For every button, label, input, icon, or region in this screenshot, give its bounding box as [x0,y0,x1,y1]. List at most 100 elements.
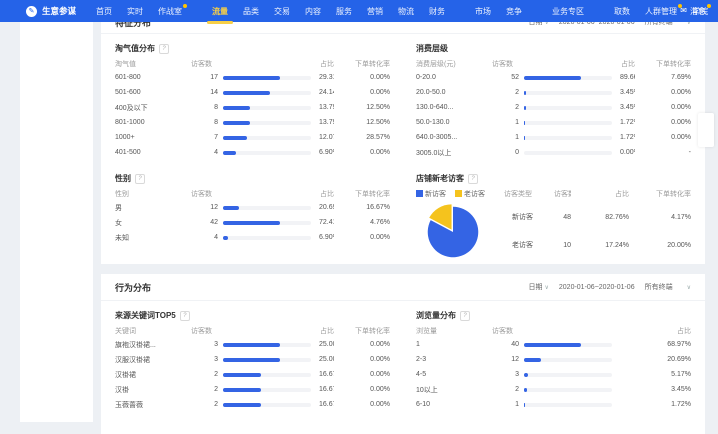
help-icon[interactable]: ? [468,174,478,184]
nav-item-data-extract[interactable]: 取数 [614,6,630,17]
legend-new-visitors[interactable]: 新访客 [416,189,446,199]
cell-pct: 6.90% [319,149,334,156]
bar-fill [524,76,581,80]
floating-widget[interactable] [698,113,714,147]
cell-pct: 16.67% [319,386,334,393]
cell-conv: 0.00% [334,149,390,156]
table-body: 601-8001729.31%0.00%501-6001424.14%0.00%… [115,70,390,160]
cell-count: 10 [562,242,571,249]
table-row: 14068.97% [416,337,691,352]
nav-item-content[interactable]: 内容 [305,6,321,17]
cell-label: 2-3 [416,356,492,363]
cell-conv: 4.17% [629,214,691,221]
cell-conv: 0.00% [635,134,691,141]
section-title: 特征分布 [115,22,151,29]
cell-pct: 20.69% [620,356,691,363]
brand[interactable]: ✎ 生意参谋 [26,5,76,17]
nav-item-trade[interactable]: 交易 [274,6,290,17]
bar-track [223,136,311,140]
cell-label: 801-1000 [115,119,191,126]
bar-cell [223,236,319,240]
nav-item-marketing[interactable]: 营销 [367,6,383,17]
column-header: 下单转化率 [334,189,390,199]
column-header: 占比 [571,189,629,199]
table-header: 性别访客数占比下单转化率 [115,187,390,200]
column-header: 访客数 [191,326,319,336]
cell-count: 2 [191,401,223,408]
nav-badge [183,4,187,8]
bar-fill [223,388,261,392]
nav-item-category[interactable]: 品类 [243,6,259,17]
nav-item-home[interactable]: 首页 [96,6,112,17]
behavior-section-header: 行为分布 日期∨ 2020-01-06~2020-01-06 所有终端∨ [101,274,705,301]
messages-button[interactable]: ✉ 消息 [680,6,706,17]
nav-item-traffic[interactable]: 流量 [212,6,228,17]
nav-item-finance[interactable]: 财务 [429,6,445,17]
cell-count: 2 [191,371,223,378]
cell-conv: 12.50% [334,119,390,126]
cell-pct: 68.97% [620,341,691,348]
cell-count: 3 [492,371,524,378]
table-header: 访客类型访客数占比下单转化率 [504,187,691,200]
column-header: 占比 [620,326,691,336]
bar-fill [223,206,239,210]
help-icon[interactable]: ? [135,174,145,184]
column-header: 访客数 [492,59,620,69]
bar-track [223,76,311,80]
bar-fill [524,343,581,347]
help-icon[interactable]: ? [159,44,169,54]
bar-fill [524,403,525,407]
table-header: 淘气值访客数占比下单转化率 [115,57,390,70]
table-row: 汉褂裙216.67%0.00% [115,367,390,382]
cell-pct: 6.90% [319,234,334,241]
cell-pct: 1.72% [620,134,635,141]
terminal-filter[interactable]: 所有终端∨ [645,22,691,27]
nav-item-logistics[interactable]: 物流 [398,6,414,17]
cell-count: 42 [191,219,223,226]
bar-fill [223,121,250,125]
nav-item-war-room[interactable]: 作战室 [158,6,182,17]
nav-item-realtime[interactable]: 实时 [127,6,143,17]
table-row: 汉服汉褂裙325.00%0.00% [115,352,390,367]
cell-label: 50.0-130.0 [416,119,492,126]
cell-count: 7 [191,134,223,141]
bar-track [223,373,311,377]
nav-item-competition[interactable]: 竞争 [506,6,522,17]
table-row: 男1220.69%16.67% [115,200,390,215]
nav-item-service[interactable]: 服务 [336,6,352,17]
cell-pct: 13.79% [319,119,334,126]
cell-count: 1 [492,119,524,126]
column-header: 下单转化率 [334,59,390,69]
date-range-picker[interactable]: 2020-01-06~2020-01-06 [559,22,635,26]
table-row: 50.0-130.011.72%0.00% [416,115,691,130]
help-icon[interactable]: ? [460,311,470,321]
cell-count: 12 [191,204,223,211]
nav-item-business-zone[interactable]: 业务专区 [552,6,584,17]
terminal-filter[interactable]: 所有终端∨ [645,282,691,292]
cell-count: 1 [492,401,524,408]
bar-cell [524,76,620,80]
table-body: 新访客4882.76%4.17%老访客1017.24%20.00% [512,203,691,261]
cell-conv: 0.00% [635,119,691,126]
panel-consume: 消费层级 消费层级(元)访客数占比下单转化率 0-20.05289.66%7.6… [416,40,691,160]
bar-cell [524,136,620,140]
help-icon[interactable]: ? [180,311,190,321]
legend-old-visitors[interactable]: 老访客 [455,189,485,199]
bar-fill [223,91,270,95]
cell-conv: 0.00% [334,89,390,96]
bar-track [524,106,612,110]
date-type-filter[interactable]: 日期∨ [528,282,548,292]
cell-conv: 0.00% [334,234,390,241]
cell-label: 汉褂 [115,385,191,395]
bar-cell [524,91,620,95]
cell-count: 2 [492,386,524,393]
table-row: 601-8001729.31%0.00% [115,70,390,85]
bar-track [524,358,612,362]
date-range-picker[interactable]: 2020-01-06~2020-01-06 [559,284,635,291]
bar-fill [223,76,280,80]
cell-pct: 17.24% [571,242,629,249]
nav-item-market[interactable]: 市场 [475,6,491,17]
date-type-filter[interactable]: 日期∨ [528,22,548,27]
nav-item-crowd-mgmt[interactable]: 人群管理 [645,6,677,17]
bar-track [223,388,311,392]
